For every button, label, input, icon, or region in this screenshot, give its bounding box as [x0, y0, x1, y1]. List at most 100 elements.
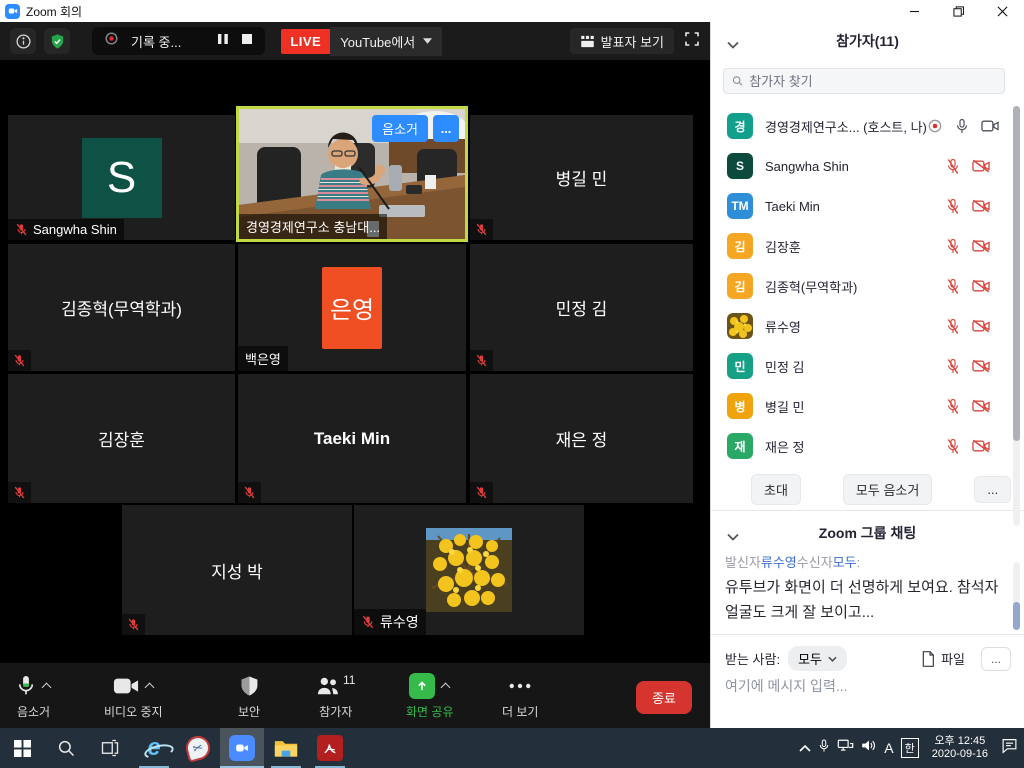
camera-muted-icon[interactable] [972, 399, 990, 413]
participant-row[interactable]: 김 김장훈 [711, 226, 1024, 266]
stop-video-control[interactable]: 비디오 중지 [104, 671, 163, 720]
tile-name: 지성 박 [122, 505, 352, 635]
mic-muted-icon[interactable] [946, 318, 960, 335]
action-center-icon[interactable] [1001, 738, 1018, 759]
video-tile-kimjanghun[interactable]: 김장훈 [8, 374, 235, 503]
chat-message-input[interactable] [725, 678, 1005, 694]
taskbar-clock[interactable]: 오후 12:45 2020-09-16 [926, 735, 994, 761]
video-tile-taeki[interactable]: Taeki Min [238, 374, 466, 503]
start-button[interactable] [0, 728, 44, 768]
pause-recording-icon[interactable] [217, 32, 229, 50]
show-hidden-icons-button[interactable] [799, 739, 811, 757]
camera-muted-icon[interactable] [972, 359, 990, 373]
end-meeting-button[interactable]: 종료 [636, 681, 692, 714]
mic-muted-icon[interactable] [946, 358, 960, 375]
participant-row[interactable]: 재 재은 정 [711, 426, 1024, 466]
mic-options-caret[interactable] [43, 682, 51, 690]
meeting-info-icon[interactable] [10, 28, 36, 54]
mic-muted-icon[interactable] [946, 278, 960, 295]
tray-mic-icon[interactable] [818, 738, 830, 759]
participant-row[interactable]: 류수영 [711, 306, 1024, 346]
taskbar-internet-explorer[interactable]: e [132, 728, 176, 768]
mic-on-icon[interactable] [955, 118, 969, 135]
mic-muted-icon[interactable] [946, 238, 960, 255]
video-tile-byeonggil[interactable]: 병길 민 [470, 115, 693, 240]
stop-recording-icon[interactable] [241, 32, 253, 50]
tile-name: 재은 정 [470, 374, 693, 503]
mic-muted-icon [470, 482, 493, 503]
recipient-dropdown[interactable]: 모두 [788, 646, 847, 671]
chat-to-name[interactable]: 모두 [833, 555, 857, 570]
video-tile-host-active[interactable]: 음소거 ... 경영경제연구소 충남대... [236, 106, 468, 242]
restore-button[interactable] [936, 0, 980, 22]
video-tile-sangwha[interactable]: S Sangwha Shin [8, 115, 235, 240]
speaker-view-button[interactable]: 발표자 보기 [570, 28, 674, 54]
participant-row[interactable]: 민 민정 김 [711, 346, 1024, 386]
right-sidebar: 참가자(11) 경 경영경제연구소... (호스트, 나) [710, 22, 1024, 728]
close-button[interactable] [980, 0, 1024, 22]
minimize-button[interactable] [892, 0, 936, 22]
mute-all-button[interactable]: 모두 음소거 [843, 474, 932, 505]
encryption-shield-icon[interactable] [44, 28, 70, 54]
security-control[interactable]: 보안 [238, 671, 260, 720]
camera-on-icon[interactable] [981, 119, 999, 133]
ime-korean-indicator[interactable]: 한 [901, 738, 919, 758]
mic-muted-icon[interactable] [946, 158, 960, 175]
camera-muted-icon[interactable] [972, 439, 990, 453]
participant-row[interactable]: S Sangwha Shin [711, 146, 1024, 186]
tray-volume-icon[interactable] [861, 738, 877, 758]
video-tile-jaeeun[interactable]: 재은 정 [470, 374, 693, 503]
camera-muted-icon[interactable] [972, 319, 990, 333]
share-screen-control[interactable]: 화면 공유 [406, 671, 454, 720]
video-tile-jiseong[interactable]: 지성 박 [122, 505, 352, 635]
window-title: Zoom 회의 [26, 3, 82, 20]
share-options-caret[interactable] [442, 682, 450, 690]
chat-from-name[interactable]: 류수영 [761, 555, 797, 570]
participant-search[interactable] [723, 68, 1005, 94]
participant-row[interactable]: 병 병길 민 [711, 386, 1024, 426]
video-tile-ryusuyoung[interactable]: 류수영 [354, 505, 584, 635]
taskbar-zoom-app[interactable] [220, 728, 264, 768]
video-options-caret[interactable] [146, 682, 154, 690]
chat-more-button[interactable]: ... [981, 647, 1011, 671]
tile-name: 병길 민 [470, 115, 693, 240]
file-button[interactable]: 파일 [941, 649, 965, 668]
invite-button[interactable]: 초대 [751, 474, 801, 505]
participant-search-input[interactable] [749, 74, 996, 89]
mic-muted-icon[interactable] [946, 398, 960, 415]
task-view-button[interactable] [88, 728, 132, 768]
collapse-chat-icon[interactable] [727, 528, 739, 544]
tile-more-button[interactable]: ... [433, 115, 459, 142]
taskbar-snipping-tool[interactable]: ✂ [176, 728, 220, 768]
participant-row-host[interactable]: 경 경영경제연구소... (호스트, 나) [711, 106, 1024, 146]
camera-muted-icon[interactable] [972, 159, 990, 173]
taskbar-file-explorer[interactable] [264, 728, 308, 768]
video-tile-kimjonghyuk[interactable]: 김종혁(무역학과) [8, 244, 235, 371]
mute-control[interactable]: 음소거 [16, 671, 51, 720]
participants-scrollbar-thumb[interactable] [1013, 106, 1020, 441]
video-tile-minjeong[interactable]: 민정 김 [470, 244, 693, 371]
more-control[interactable]: 더 보기 [502, 671, 538, 720]
participant-row[interactable]: TM Taeki Min [711, 186, 1024, 226]
mic-muted-icon[interactable] [946, 198, 960, 215]
camera-muted-icon[interactable] [972, 239, 990, 253]
ime-latin-indicator[interactable]: A [884, 740, 893, 756]
chevron-down-icon [828, 656, 837, 662]
participant-row[interactable]: 김 김종혁(무역학과) [711, 266, 1024, 306]
mic-muted-icon[interactable] [946, 438, 960, 455]
taskbar-acrobat[interactable] [308, 728, 352, 768]
tile-mute-button[interactable]: 음소거 [372, 115, 428, 142]
video-tile-baekeunyoung[interactable]: 은영 백은영 [238, 244, 466, 371]
participants-more-button[interactable]: ... [974, 476, 1011, 503]
youtube-stream-dropdown[interactable]: YouTube에서 [330, 27, 442, 56]
chat-scrollbar-thumb[interactable] [1013, 602, 1020, 630]
chat-title: Zoom 그룹 채팅 [819, 523, 916, 543]
tray-network-icon[interactable] [837, 738, 854, 758]
camera-muted-icon[interactable] [972, 279, 990, 293]
fullscreen-icon[interactable] [684, 31, 700, 52]
collapse-participants-icon[interactable] [727, 36, 739, 52]
camera-muted-icon[interactable] [972, 199, 990, 213]
window-titlebar: Zoom 회의 [0, 0, 1024, 22]
participants-control[interactable]: 11 참가자 [316, 671, 355, 720]
taskbar-search-button[interactable] [44, 728, 88, 768]
